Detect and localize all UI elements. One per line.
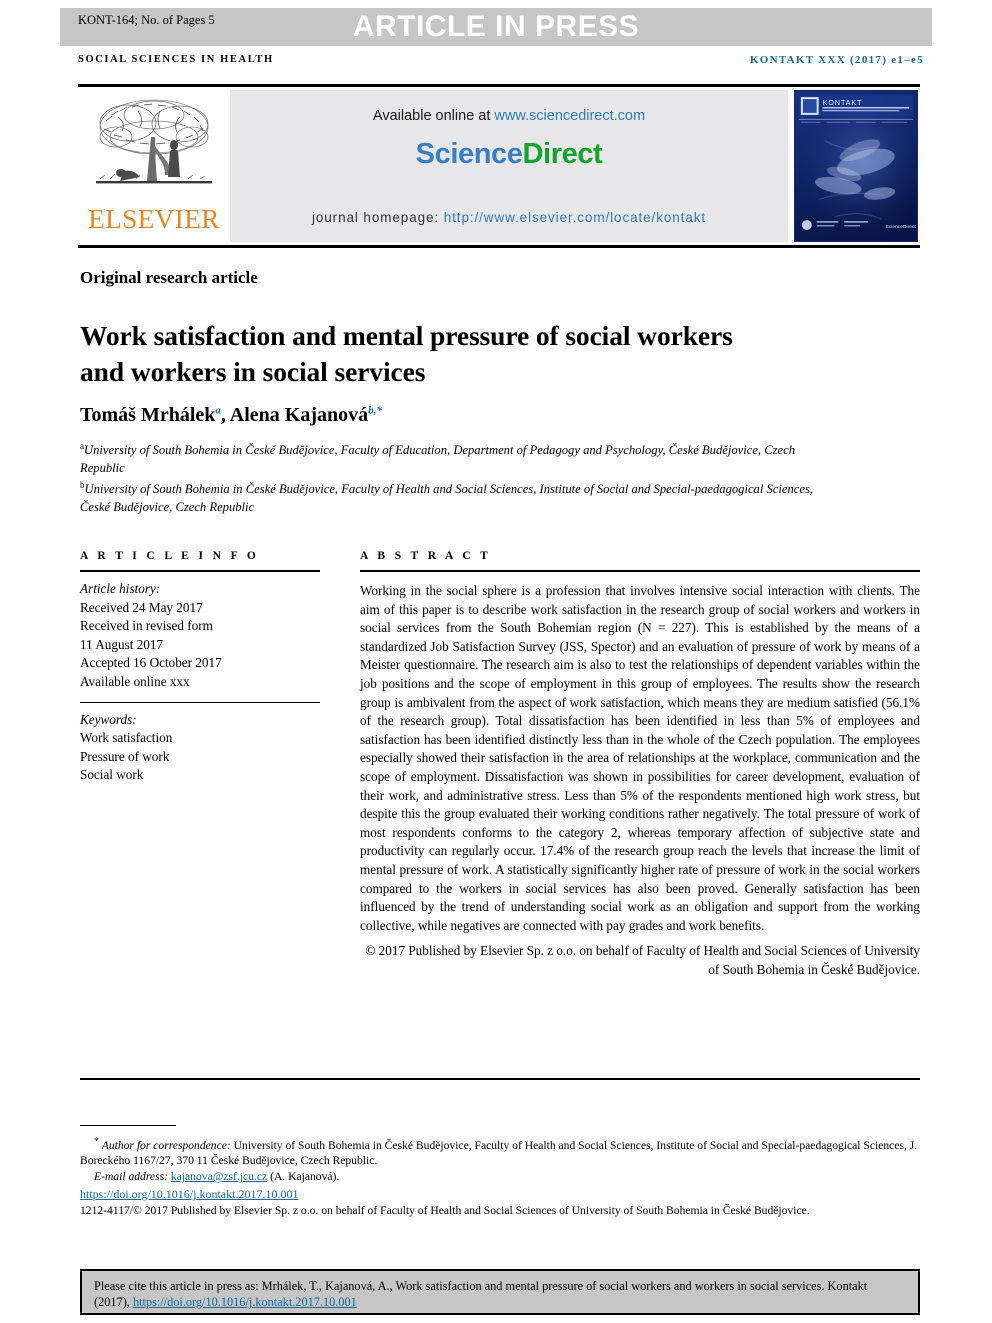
email-label: E-mail address: [94,1170,168,1184]
affiliation-a-text: University of South Bohemia in České Bud… [80,443,795,475]
history-line: Accepted 16 October 2017 [80,655,222,671]
footnote-block: * Author for correspondence: University … [80,1134,920,1219]
article-history-block: Article history: Received 24 May 2017 Re… [80,572,320,702]
running-head-left: SOCIAL SCIENCES IN HEALTH [78,54,274,65]
elsevier-tree-icon [96,99,212,184]
footnote-rule [80,1125,176,1126]
keyword-item: Social work [80,767,144,783]
affiliations: aUniversity of South Bohemia in České Bu… [80,438,840,516]
history-line: Received in revised form [80,618,213,634]
abstract-heading: A B S T R A C T [360,550,492,562]
email-note: E-mail address: kajanova@zsf.jcu.cz (A. … [80,1169,920,1185]
journal-masthead: ELSEVIER Available online at www.science… [78,84,920,248]
article-first-page: ARTICLE IN PRESS KONT-164; No. of Pages … [0,0,992,1323]
journal-homepage-link[interactable]: http://www.elsevier.com/locate/kontakt [444,210,706,225]
journal-homepage-label: journal homepage: [311,210,444,225]
journal-cover-artwork: KONTAKT ScienceDirect [795,91,917,241]
abstract-copyright: © 2017 Published by Elsevier Sp. z o.o. … [365,943,920,977]
sciencedirect-logo: ScienceDirect [230,138,788,171]
sciencedirect-logo-direct: Direct [522,138,603,170]
journal-cover-image: KONTAKT ScienceDirect [794,90,918,242]
affiliation-a: aUniversity of South Bohemia in České Bu… [80,441,795,475]
author-list: Tomáš Mrháleka, Alena Kajanováb,* [80,404,382,426]
issn-copyright-line: 1212-4117/© 2017 Published by Elsevier S… [80,1204,810,1218]
correspondence-label: Author for correspondence: [101,1138,231,1152]
svg-text:ScienceDirect: ScienceDirect [886,224,917,230]
available-online-prefix: Available online at [372,108,495,124]
article-info-column: A R T I C L E I N F O Article history: R… [80,550,320,795]
email-owner: (A. Kajanová). [270,1170,340,1184]
page-title: Work satisfaction and mental pressure of… [80,320,733,388]
svg-text:KONTAKT: KONTAKT [823,98,863,107]
correspondence-marker: * [94,1136,99,1147]
doi-link[interactable]: https://doi.org/10.1016/j.kontakt.2017.1… [80,1187,298,1201]
abstract-text: Working in the social sphere is a profes… [360,583,920,933]
elsevier-logo: ELSEVIER [78,87,230,245]
sciencedirect-panel: Available online at www.sciencedirect.co… [230,90,788,242]
email-link[interactable]: kajanova@zsf.jcu.cz [171,1170,267,1183]
cite-doi-link[interactable]: https://doi.org/10.1016/j.kontakt.2017.1… [133,1295,357,1309]
keyword-item: Work satisfaction [80,730,173,746]
elsevier-wordmark: ELSEVIER [88,204,220,234]
keywords-block: Keywords: Work satisfaction Pressure of … [80,703,320,795]
keywords-label: Keywords: [80,711,137,727]
sciencedirect-logo-science: Science [415,138,523,170]
running-head-right: KONTAKT XXX (2017) e1–e5 [749,54,924,66]
sciencedirect-link[interactable]: www.sciencedirect.com [494,108,645,124]
article-info-heading: A R T I C L E I N F O [80,550,260,562]
history-line: 11 August 2017 [80,636,164,652]
affiliation-b: bUniversity of South Bohemia in České Bu… [80,480,813,514]
journal-cover-thumbnail: KONTAKT ScienceDirect [788,87,920,245]
abstract-bottom-rule [80,1078,920,1080]
available-online-line: Available online at www.sciencedirect.co… [230,108,788,124]
abstract-column: A B S T R A C T Working in the social sp… [360,550,920,979]
history-line: Received 24 May 2017 [80,599,203,615]
article-history-label: Article history: [80,581,161,596]
manuscript-id: KONT-164; No. of Pages 5 [78,13,215,27]
cite-this-article-box: Please cite this article in press as: Mr… [80,1269,920,1315]
article-type-label: Original research article [80,268,258,287]
doi-line: https://doi.org/10.1016/j.kontakt.2017.1… [80,1185,920,1203]
history-line: Available online xxx [80,673,190,689]
keyword-item: Pressure of work [80,748,170,764]
cite-this-article-text: Please cite this article in press as: Mr… [82,1271,918,1310]
journal-homepage-line: journal homepage: http://www.elsevier.co… [230,210,788,225]
correspondence-note: * Author for correspondence: University … [80,1134,920,1169]
affiliation-b-text: University of South Bohemia in České Bud… [80,482,813,514]
